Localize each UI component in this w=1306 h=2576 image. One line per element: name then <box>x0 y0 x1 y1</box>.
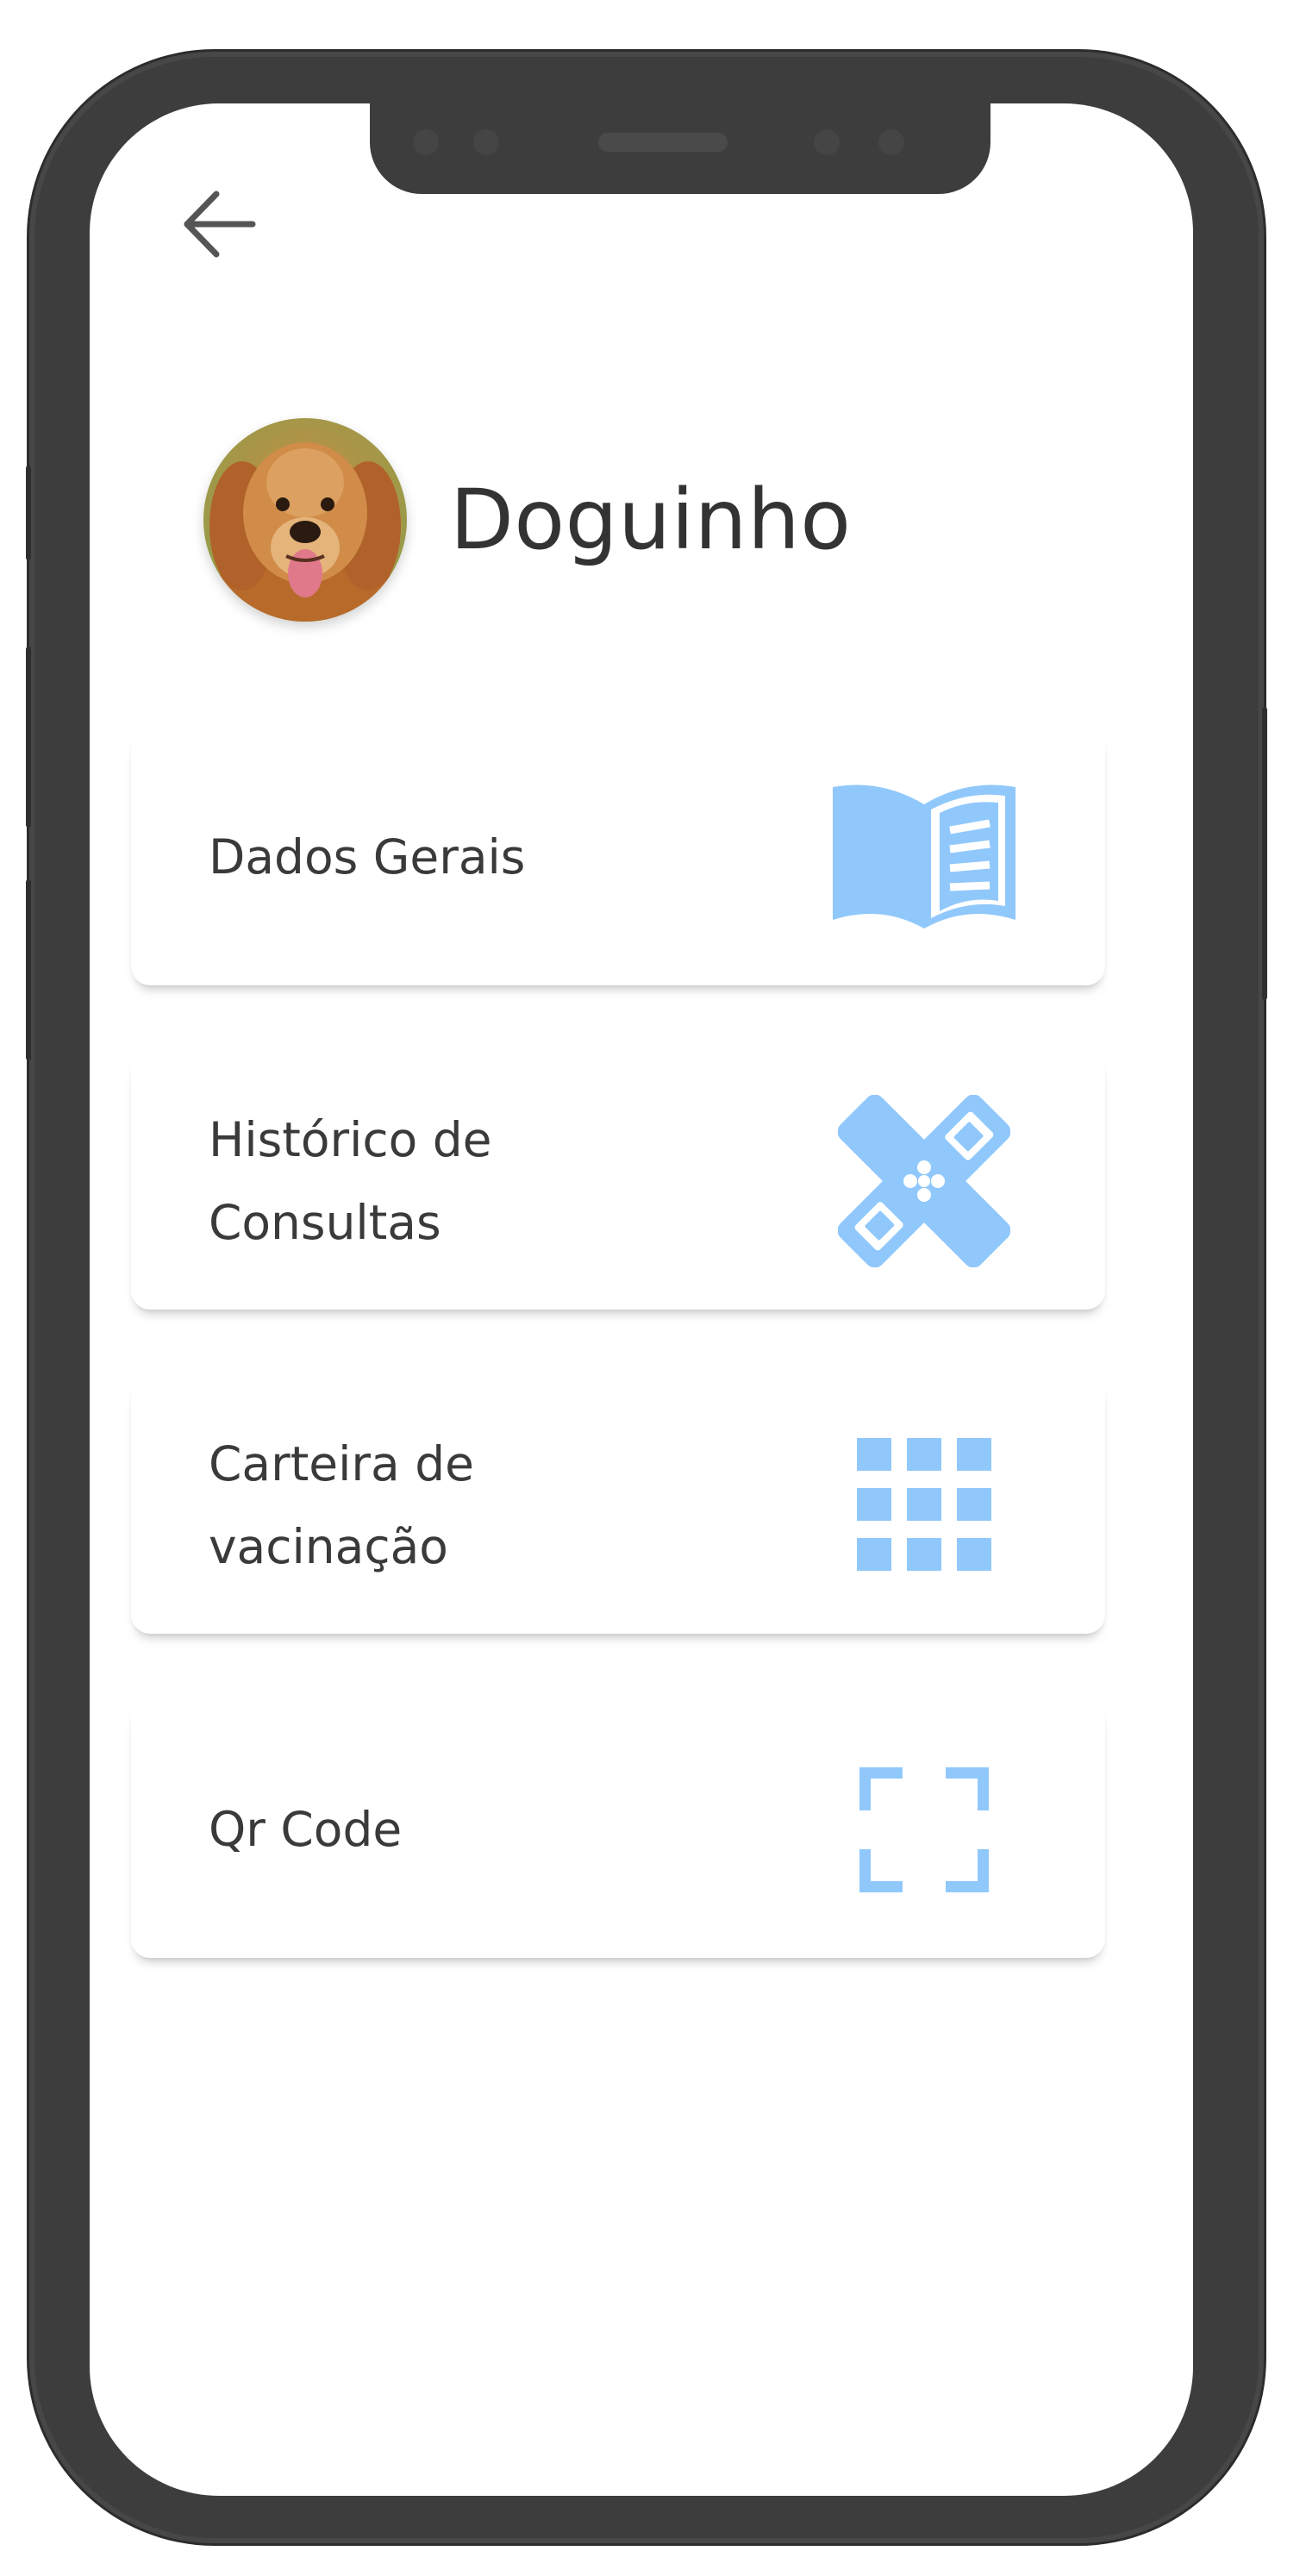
menu-item-label: Carteira de vacinação <box>209 1436 474 1574</box>
menu-item-historico-consultas[interactable]: Histórico de Consultas <box>131 1053 1105 1310</box>
bandage-icon <box>829 1095 1019 1267</box>
pet-profile: Doguinho <box>203 418 852 622</box>
menu-item-dados-gerais[interactable]: Dados Gerais <box>131 728 1105 985</box>
phone-side-button <box>26 879 31 1060</box>
menu-item-label: Dados Gerais <box>209 829 526 885</box>
dog-avatar-image <box>203 418 407 622</box>
phone-notch <box>370 103 990 194</box>
avatar[interactable] <box>203 418 407 622</box>
menu-item-carteira-vacinacao[interactable]: Carteira de vacinação <box>131 1377 1105 1634</box>
camera-dot <box>878 129 904 155</box>
phone-side-button <box>26 647 31 828</box>
phone-frame: Doguinho Dados Gerais Histórico de Consu… <box>26 52 1267 2543</box>
open-book-icon <box>829 771 1019 943</box>
camera-dot <box>473 129 499 155</box>
phone-screen: Doguinho Dados Gerais Histórico de Consu… <box>90 103 1193 2496</box>
camera-dot <box>413 129 439 155</box>
speaker-grille <box>598 133 728 152</box>
menu-list: Dados Gerais Histórico de Consultas Cart… <box>131 728 1105 2025</box>
grid-icon <box>829 1419 1019 1591</box>
menu-item-label: Qr Code <box>209 1802 403 1857</box>
back-button[interactable] <box>176 181 262 267</box>
arrow-left-icon <box>184 191 256 258</box>
qr-scan-icon <box>829 1743 1019 1916</box>
menu-item-label: Histórico de Consultas <box>209 1112 492 1250</box>
menu-item-qr-code[interactable]: Qr Code <box>131 1701 1105 1958</box>
phone-side-button <box>26 466 31 560</box>
pet-name: Doguinho <box>450 472 852 568</box>
camera-dot <box>814 129 840 155</box>
phone-side-button <box>1262 707 1267 1000</box>
